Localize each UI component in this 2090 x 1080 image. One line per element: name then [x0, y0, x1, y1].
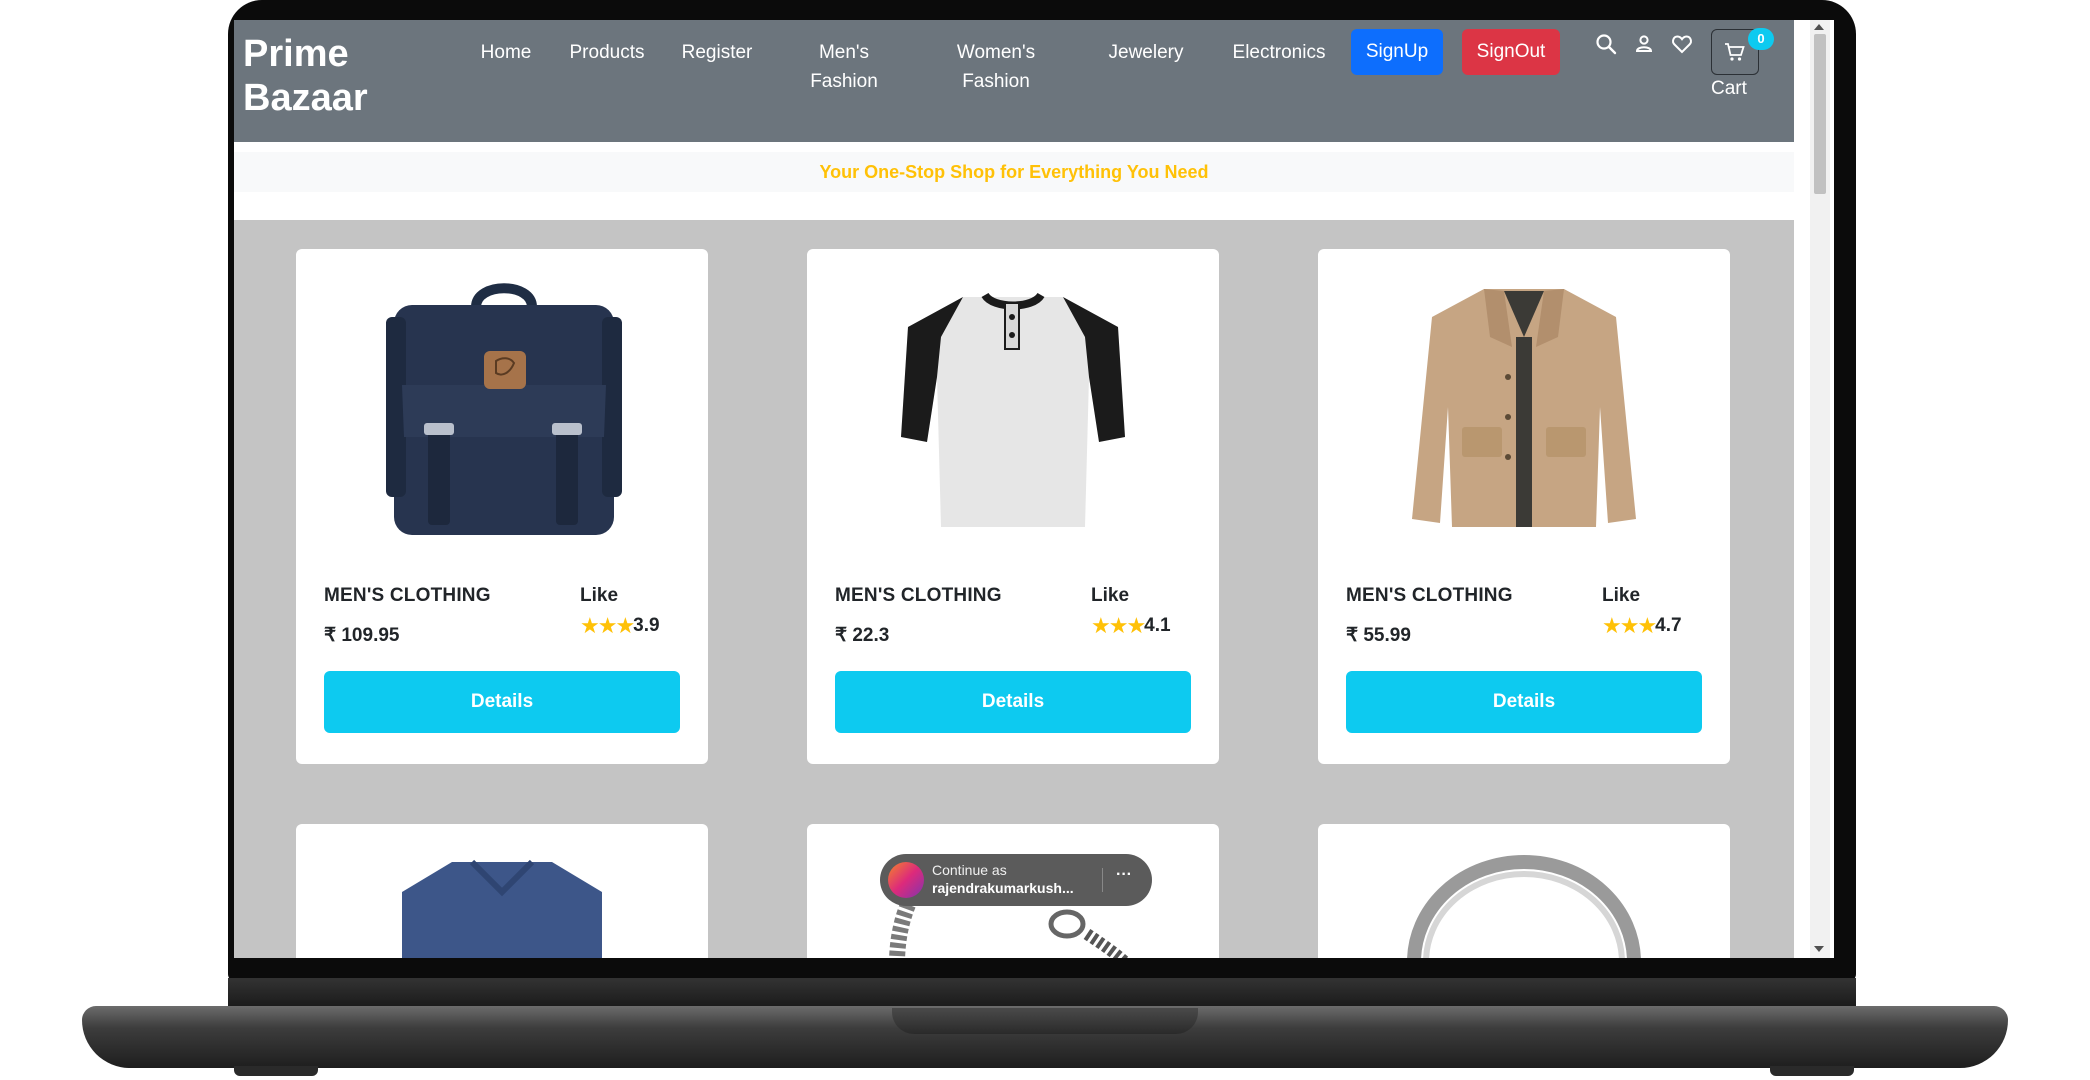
nav-home[interactable]: Home [466, 38, 546, 67]
nav-mens-fashion[interactable]: Men's Fashion [789, 38, 899, 96]
details-button[interactable]: Details [835, 671, 1191, 733]
laptop-foot [1770, 1066, 1854, 1076]
rating-value: 4.7 [1655, 615, 1682, 636]
product-price: ₹ 55.99 [1346, 625, 1411, 646]
brand-logo[interactable]: Prime Bazaar [243, 32, 368, 120]
product-card: MEN'S CLOTHING ₹ 109.95 Like ★★★ 3.9 Det… [296, 249, 708, 764]
tagline-bar: Your One-Stop Shop for Everything You Ne… [234, 152, 1794, 192]
product-card [1318, 824, 1730, 958]
like-label[interactable]: Like [1091, 585, 1129, 607]
nav-products[interactable]: Products [562, 38, 652, 67]
laptop-hinge [228, 978, 1856, 1008]
tagline: Your One-Stop Shop for Everything You Ne… [819, 162, 1209, 182]
details-button[interactable]: Details [1346, 671, 1702, 733]
product-category: MEN'S CLOTHING [324, 585, 491, 606]
scrollbar-thumb[interactable] [1814, 34, 1826, 194]
nav-womens-line-1: Women's [956, 42, 1036, 63]
product-card: MEN'S CLOTHING ₹ 22.3 Like ★★★ 4.1 Detai… [807, 249, 1219, 764]
cart-label[interactable]: Cart [1711, 78, 1771, 100]
nav-mens-line-1: Men's [818, 42, 870, 63]
star-rating-icon: ★★★ [580, 613, 635, 638]
star-rating-icon: ★★★ [1602, 613, 1657, 638]
continue-as-label: Continue as [932, 862, 1007, 878]
nav-jewelery[interactable]: Jewelery [1096, 38, 1196, 67]
laptop-foot [234, 1066, 318, 1076]
details-button[interactable]: Details [324, 671, 680, 733]
backpack-image [386, 283, 622, 535]
account-name: rajendrakumarkush... [932, 880, 1074, 896]
signout-button[interactable]: SignOut [1462, 29, 1560, 75]
brand-line-1: Prime [243, 33, 349, 75]
rating-row: ★★★ 3.9 [580, 613, 660, 639]
scroll-down-icon[interactable] [1814, 946, 1824, 952]
rating-row: ★★★ 4.7 [1602, 613, 1682, 639]
rating-value: 3.9 [633, 615, 660, 636]
like-label[interactable]: Like [580, 585, 618, 607]
nav-womens-line-2: Fashion [962, 71, 1030, 92]
shirt-image [402, 859, 602, 958]
product-card [296, 824, 708, 958]
divider [1102, 868, 1103, 892]
navbar: Prime Bazaar Home Products Register Men'… [234, 20, 1794, 142]
products-grid: MEN'S CLOTHING ₹ 109.95 Like ★★★ 3.9 Det… [234, 220, 1794, 958]
product-price: ₹ 109.95 [324, 625, 400, 646]
user-icon[interactable] [1632, 32, 1656, 56]
scroll-up-icon[interactable] [1814, 24, 1824, 30]
signup-button[interactable]: SignUp [1351, 29, 1443, 75]
ring-image [1407, 855, 1641, 958]
nav-electronics[interactable]: Electronics [1224, 38, 1334, 67]
cart-count-badge: 0 [1748, 28, 1774, 50]
continue-as-popup[interactable]: Continue as rajendrakumarkush... ··· [880, 854, 1152, 906]
product-card: MEN'S CLOTHING ₹ 55.99 Like ★★★ 4.7 Deta… [1318, 249, 1730, 764]
brand-line-2: Bazaar [243, 77, 368, 119]
rating-value: 4.1 [1144, 615, 1171, 636]
heart-icon[interactable] [1670, 32, 1694, 56]
nav-womens-fashion[interactable]: Women's Fashion [936, 38, 1056, 96]
laptop-notch [892, 1008, 1198, 1034]
cart-icon [1725, 43, 1745, 61]
avatar [888, 862, 924, 898]
browser-viewport: Prime Bazaar Home Products Register Men'… [234, 20, 1834, 958]
more-options-icon[interactable]: ··· [1116, 866, 1132, 884]
search-icon[interactable] [1594, 32, 1618, 56]
nav-mens-line-2: Fashion [810, 71, 878, 92]
product-category: MEN'S CLOTHING [835, 585, 1002, 606]
like-label[interactable]: Like [1602, 585, 1640, 607]
product-category: MEN'S CLOTHING [1346, 585, 1513, 606]
star-rating-icon: ★★★ [1091, 613, 1146, 638]
tshirt-image [901, 292, 1125, 527]
jacket-image [1412, 289, 1636, 527]
nav-register[interactable]: Register [672, 38, 762, 67]
rating-row: ★★★ 4.1 [1091, 613, 1171, 639]
product-price: ₹ 22.3 [835, 625, 890, 646]
scrollbar[interactable] [1810, 20, 1830, 958]
